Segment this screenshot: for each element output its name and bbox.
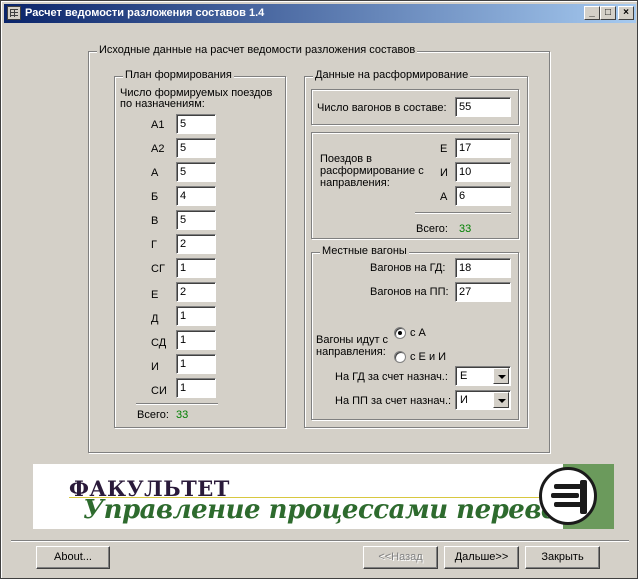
plan-input-e[interactable]: 2 — [176, 282, 216, 302]
direction-text-line2: направления: — [316, 346, 386, 358]
maximize-button[interactable]: □ — [600, 6, 616, 20]
trains-text-line1: Поездов в — [320, 153, 372, 165]
plan-label-sd: СД — [151, 337, 167, 349]
trains-input-a[interactable]: 6 — [455, 186, 511, 206]
plan-input-d[interactable]: 1 — [176, 306, 216, 326]
trains-text-line2: расформирование с — [320, 165, 424, 177]
minimize-button[interactable]: _ — [584, 6, 600, 20]
plan-label-d: Д — [151, 313, 159, 325]
plan-total-divider — [136, 403, 218, 405]
plan-label-g: Г — [151, 239, 157, 251]
disband-group-title: Данные на расформирование — [313, 69, 471, 81]
plan-input-a1[interactable]: 5 — [176, 114, 216, 134]
plan-group-title: План формирования — [123, 69, 234, 81]
gd-wagons-input[interactable]: 18 — [455, 258, 511, 278]
plan-total-label: Всего: — [137, 409, 169, 421]
trains-total-label: Всего: — [416, 223, 448, 235]
plan-input-i[interactable]: 1 — [176, 354, 216, 374]
pp-wagons-label: Вагонов на ПП: — [370, 286, 449, 298]
trains-total-divider — [415, 212, 511, 214]
pp-dest-select[interactable]: И — [455, 390, 511, 410]
plan-input-b[interactable]: 4 — [176, 186, 216, 206]
gd-dest-value: Е — [460, 370, 468, 382]
app-window: Расчет ведомости разложения составов 1.4… — [0, 0, 638, 579]
gd-dest-select[interactable]: Е — [455, 366, 511, 386]
gd-wagons-label: Вагонов на ГД: — [370, 262, 446, 274]
radio-from-e-i-label[interactable]: с Е и И — [410, 351, 446, 363]
plan-input-a2[interactable]: 5 — [176, 138, 216, 158]
gd-dest-label: На ГД за счет назнач.: — [335, 371, 448, 383]
close-button[interactable]: Закрыть — [525, 546, 600, 569]
wagons-input[interactable]: 55 — [455, 97, 511, 117]
plan-label-b: Б — [151, 191, 159, 203]
faculty-logo-icon — [539, 467, 597, 525]
plan-input-sd[interactable]: 1 — [176, 330, 216, 350]
faculty-banner: ФАКУЛЬТЕТ Управление процессами перевозо… — [33, 464, 614, 529]
gd-dest-chevron-down-icon[interactable] — [493, 368, 509, 384]
about-button[interactable]: About... — [36, 546, 110, 569]
pp-dest-value: И — [460, 394, 468, 406]
radio-from-e-i[interactable] — [394, 351, 406, 363]
plan-input-sg[interactable]: 1 — [176, 258, 216, 278]
direction-text-line1: Вагоны идут с — [316, 334, 389, 346]
next-button[interactable]: Дальше>> — [444, 546, 519, 569]
wagons-label: Число вагонов в составе: — [317, 102, 447, 114]
trains-total-value: 33 — [459, 223, 472, 235]
plan-subtitle-line2: по назначениям: — [120, 98, 205, 110]
local-wagons-group-title: Местные вагоны — [320, 245, 409, 257]
bottom-divider — [11, 540, 629, 542]
plan-label-e: Е — [151, 289, 159, 301]
back-button[interactable]: <<Назад — [363, 546, 438, 569]
plan-label-v: В — [151, 215, 159, 227]
plan-label-a: А — [151, 167, 159, 179]
plan-input-v[interactable]: 5 — [176, 210, 216, 230]
app-icon[interactable] — [7, 6, 21, 20]
plan-label-i: И — [151, 361, 159, 373]
trains-input-i[interactable]: 10 — [455, 162, 511, 182]
plan-input-si[interactable]: 1 — [176, 378, 216, 398]
radio-from-a[interactable] — [394, 327, 406, 339]
title-bar[interactable]: Расчет ведомости разложения составов 1.4… — [4, 4, 636, 23]
plan-total-value: 33 — [176, 409, 189, 421]
trains-text-line3: направления: — [320, 177, 390, 189]
plan-label-a2: А2 — [151, 143, 165, 155]
radio-from-a-label[interactable]: с А — [410, 327, 426, 339]
plan-label-sg: СГ — [151, 263, 165, 275]
trains-input-e[interactable]: 17 — [455, 138, 511, 158]
trains-label-i: И — [440, 167, 448, 179]
plan-label-si: СИ — [151, 385, 167, 397]
trains-label-a: А — [440, 191, 448, 203]
window-title: Расчет ведомости разложения составов 1.4 — [25, 7, 265, 19]
pp-dest-label: На ПП за счет назнач.: — [335, 395, 452, 407]
plan-input-a[interactable]: 5 — [176, 162, 216, 182]
close-window-button[interactable]: × — [618, 6, 634, 20]
banner-line2: Управление процессами перевозок — [83, 495, 608, 525]
input-data-group-title: Исходные данные на расчет ведомости разл… — [97, 44, 418, 56]
plan-input-g[interactable]: 2 — [176, 234, 216, 254]
trains-label-e: Е — [440, 143, 448, 155]
plan-label-a1: А1 — [151, 119, 165, 131]
pp-dest-chevron-down-icon[interactable] — [493, 392, 509, 408]
pp-wagons-input[interactable]: 27 — [455, 282, 511, 302]
